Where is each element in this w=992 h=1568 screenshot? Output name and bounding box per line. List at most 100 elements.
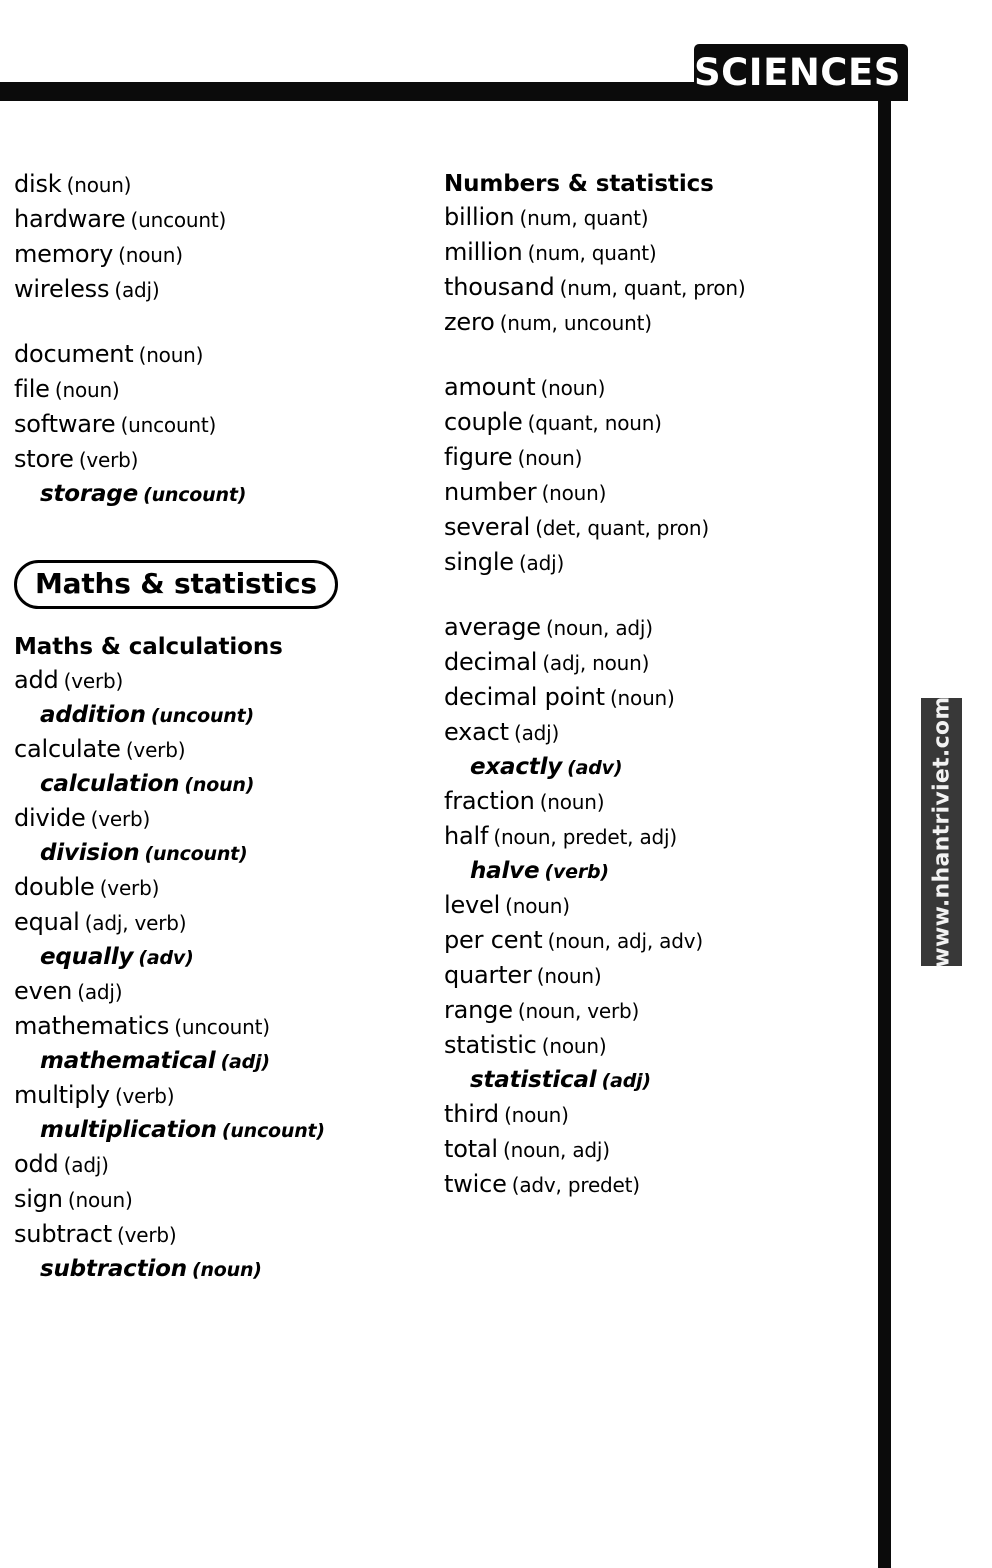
entry-part-of-speech: (adj, noun)	[542, 651, 650, 675]
entry-part-of-speech: (uncount)	[144, 843, 248, 866]
group-heading: Numbers & statistics	[444, 171, 714, 197]
entry-word: decimal	[444, 648, 538, 676]
entry-part-of-speech: (noun)	[539, 790, 605, 814]
word-entry: half (noun, predet, adj)	[444, 820, 864, 855]
entry-word: fraction	[444, 787, 535, 815]
derived-entry: mathematical (adj)	[14, 1045, 414, 1079]
entry-word: calculate	[14, 735, 121, 764]
entry-part-of-speech: (noun)	[541, 481, 607, 505]
entry-part-of-speech: (uncount)	[120, 413, 217, 437]
word-group: Maths & calculations add (verb) addition (…	[14, 631, 414, 1287]
entry-part-of-speech: (uncount)	[221, 1120, 325, 1143]
word-entry: exact (adj)	[444, 716, 864, 751]
entry-part-of-speech: (adj)	[77, 980, 123, 1005]
entry-word: sign	[14, 1185, 63, 1214]
entry-word: equal	[14, 908, 80, 937]
word-entry: amount (noun)	[444, 371, 864, 406]
word-entry: per cent (noun, adj, adv)	[444, 924, 864, 959]
derived-entry: statistical (adj)	[444, 1064, 864, 1098]
word-entry: even (adj)	[14, 975, 414, 1010]
entry-word: add	[14, 666, 59, 695]
entry-part-of-speech: (noun)	[505, 894, 570, 918]
entry-word: even	[14, 977, 73, 1006]
entry-part-of-speech: (verb)	[544, 861, 609, 883]
entry-part-of-speech: (num, uncount)	[499, 311, 652, 335]
watermark-text: www.nhantriviet.com	[929, 696, 954, 968]
entry-part-of-speech: (adj)	[601, 1070, 652, 1092]
entry-part-of-speech: (adj)	[114, 278, 160, 302]
entry-word: multiply	[14, 1081, 110, 1110]
entry-word: level	[444, 891, 501, 919]
entry-word: statistical	[470, 1067, 597, 1093]
entry-word: amount	[444, 373, 536, 401]
section-header-label: SCIENCES	[694, 50, 901, 94]
entry-part-of-speech: (adj)	[63, 1153, 109, 1178]
word-entry: fraction (noun)	[444, 785, 864, 820]
entry-part-of-speech: (noun)	[609, 686, 675, 710]
word-entry: multiply (verb)	[14, 1079, 414, 1114]
entry-part-of-speech: (adv)	[567, 757, 623, 779]
word-group: average (noun, adj) decimal (adj, noun) de…	[444, 611, 864, 1203]
word-entry: file (noun)	[14, 373, 414, 408]
entry-part-of-speech: (noun)	[184, 774, 255, 797]
entry-part-of-speech: (noun)	[66, 173, 132, 197]
entry-word: thousand	[444, 273, 555, 301]
word-entry: memory (noun)	[14, 238, 414, 273]
entry-part-of-speech: (det, quant, pron)	[535, 516, 709, 540]
entry-part-of-speech: (verb)	[125, 738, 186, 763]
word-entry: equal (adj, verb)	[14, 906, 414, 941]
derived-entry: subtraction (noun)	[14, 1253, 414, 1287]
word-group: document (noun) file (noun) software (unco…	[14, 338, 414, 512]
entry-word: several	[444, 513, 531, 541]
entry-word: million	[444, 238, 523, 266]
word-entry: billion (num, quant)	[444, 201, 864, 236]
entry-part-of-speech: (adj)	[518, 551, 565, 575]
entry-part-of-speech: (noun, adj, adv)	[547, 929, 704, 953]
word-entry: divide (verb)	[14, 802, 414, 837]
entry-part-of-speech: (verb)	[90, 807, 151, 832]
word-entry: odd (adj)	[14, 1148, 414, 1183]
word-entry: double (verb)	[14, 871, 414, 906]
word-entry: total (noun, adj)	[444, 1133, 864, 1168]
entry-part-of-speech: (noun, adj)	[502, 1138, 610, 1162]
entry-word: quarter	[444, 961, 532, 989]
entry-word: calculation	[40, 771, 180, 798]
entry-word: store	[14, 445, 74, 473]
entry-part-of-speech: (noun)	[191, 1259, 262, 1282]
word-entry: zero (num, uncount)	[444, 306, 864, 341]
entry-word: statistic	[444, 1031, 537, 1059]
word-entry: store (verb)	[14, 443, 414, 478]
entry-part-of-speech: (num, quant)	[527, 241, 657, 265]
entry-word: divide	[14, 804, 86, 833]
entry-word: third	[444, 1100, 499, 1128]
entry-word: subtraction	[40, 1256, 187, 1283]
word-entry: disk (noun)	[14, 168, 414, 203]
word-entry: software (uncount)	[14, 408, 414, 443]
entry-word: single	[444, 548, 514, 576]
entry-word: division	[40, 840, 140, 867]
word-entry: decimal (adj, noun)	[444, 646, 864, 681]
entry-part-of-speech: (adv)	[138, 947, 194, 970]
word-entry: document (noun)	[14, 338, 414, 373]
word-entry: couple (quant, noun)	[444, 406, 864, 441]
entry-part-of-speech: (num, quant, pron)	[559, 276, 746, 300]
group-heading: Maths & calculations	[14, 634, 283, 661]
derived-entry: halve (verb)	[444, 855, 864, 889]
word-entry: range (noun, verb)	[444, 994, 864, 1029]
entry-word: couple	[444, 408, 523, 436]
entry-word: mathematical	[40, 1048, 216, 1075]
derived-entry: exactly (adv)	[444, 751, 864, 785]
derived-entry: equally (adv)	[14, 941, 414, 975]
entry-word: exactly	[470, 754, 563, 780]
word-entry: statistic (noun)	[444, 1029, 864, 1064]
derived-entry: division (uncount)	[14, 837, 414, 871]
word-entry: level (noun)	[444, 889, 864, 924]
word-entry: several (det, quant, pron)	[444, 511, 864, 546]
derived-entry: storage (uncount)	[14, 478, 414, 512]
entry-word: range	[444, 996, 513, 1024]
entry-part-of-speech: (noun, adj)	[545, 616, 653, 640]
right-column: Numbers & statistics billion (num, quant)…	[444, 168, 864, 1233]
entry-word: decimal point	[444, 683, 605, 711]
derived-entry: multiplication (uncount)	[14, 1114, 414, 1148]
entry-word: figure	[444, 443, 513, 471]
